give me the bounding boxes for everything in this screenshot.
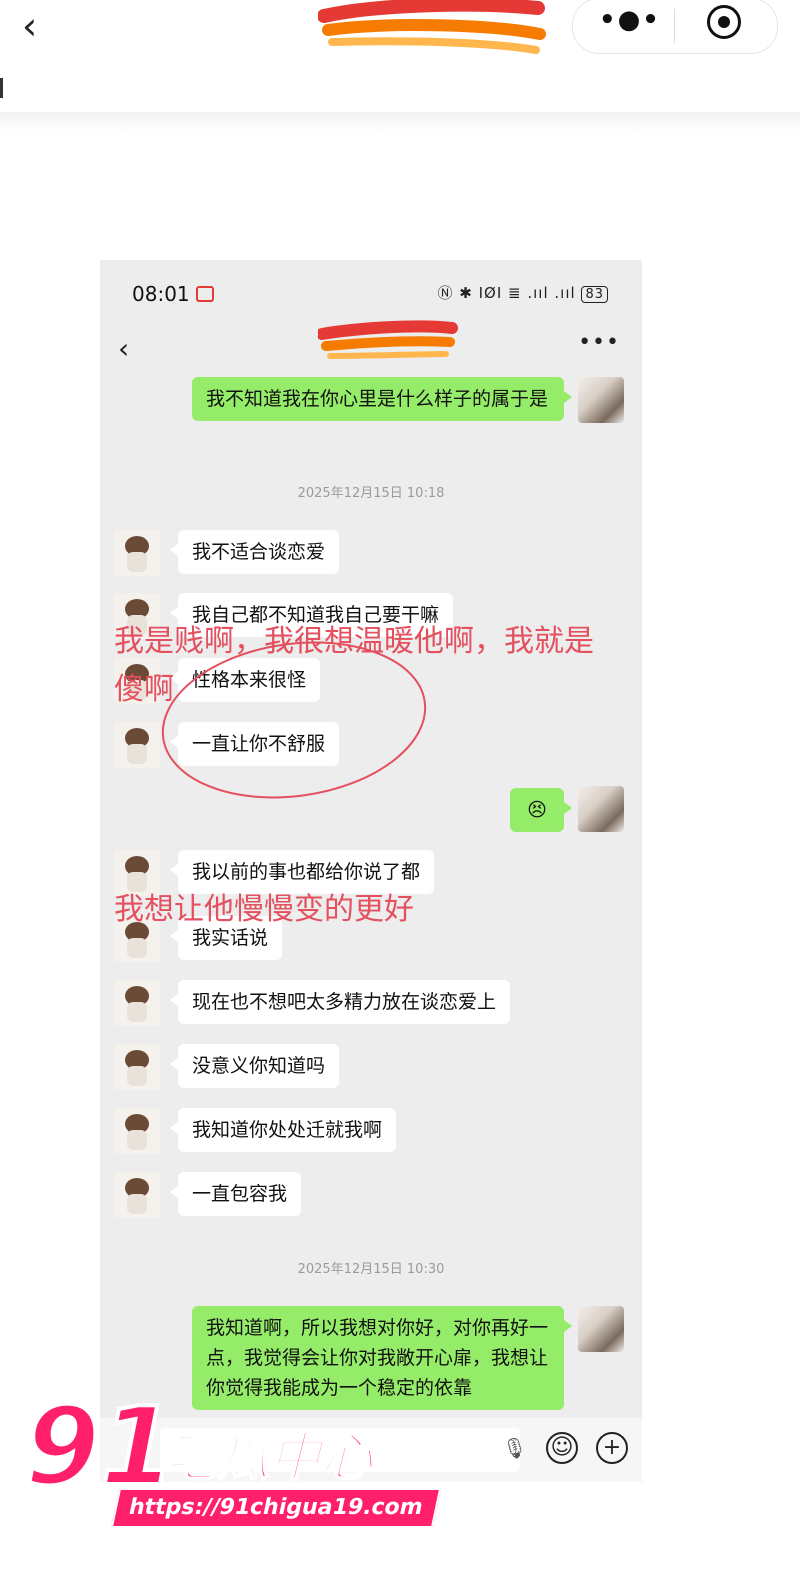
chat-back-icon[interactable]: ‹ (118, 332, 129, 365)
contact-avatar[interactable] (114, 1044, 160, 1090)
emoji-icon[interactable]: ☺ (546, 1432, 578, 1464)
chat-more-icon[interactable]: ••• (578, 330, 620, 355)
battery-icon: 83 (581, 286, 608, 303)
contact-avatar[interactable] (114, 530, 160, 576)
status-time: 08:01 (132, 282, 190, 306)
message-bubble-received[interactable]: 一直包容我 (169, 1172, 302, 1216)
message-bubble-received[interactable]: 我知道你处处迁就我啊 (169, 1108, 397, 1152)
signal-icons: Ⓝ ✱ ΙØΙ ≣ .ııl .ııl (437, 284, 576, 302)
plus-icon[interactable]: + (596, 1432, 628, 1464)
my-avatar[interactable] (578, 1306, 624, 1352)
bar-shadow (0, 112, 800, 132)
message-bubble-received[interactable]: 我不适合谈恋爱 (169, 530, 340, 574)
annotation-circle (161, 641, 427, 799)
annotation-text: 我想让他慢慢变的更好 (114, 892, 414, 927)
message-bubble-sent[interactable]: 😣 (510, 788, 572, 832)
watermark-name: 吃瓜中心 (164, 1427, 374, 1489)
site-watermark: 91 吃瓜中心 https://91chigua19.com (23, 1383, 441, 1535)
timestamp: 2025年12月15日 10:18 (297, 486, 445, 501)
mini-program-capsule: •●• (572, 0, 778, 54)
redaction-scribble (318, 0, 546, 54)
status-icons: Ⓝ ✱ ΙØΙ ≣ .ııl .ııl 83 (437, 282, 608, 303)
contact-avatar[interactable] (114, 980, 160, 1026)
more-dots-icon[interactable]: •●• (599, 5, 661, 35)
target-icon[interactable] (707, 5, 741, 39)
message-bubble-sent[interactable]: 我不知道我在你心里是什么样子的属于是 (192, 377, 572, 421)
capsule-divider (674, 9, 675, 43)
address-bar[interactable] (0, 62, 800, 113)
top-bar: ‹ •●• (0, 0, 800, 62)
chat-screenshot: 08:01 Ⓝ ✱ ΙØΙ ≣ .ııl .ııl 83 ‹ ••• 我不知道我… (100, 260, 642, 1482)
record-icon (196, 286, 214, 302)
timestamp: 2025年12月15日 10:30 (297, 1262, 445, 1277)
contact-name-scribble (318, 320, 458, 359)
contact-avatar[interactable] (114, 1172, 160, 1218)
contact-avatar[interactable] (114, 1108, 160, 1154)
my-avatar[interactable] (578, 377, 624, 423)
message-bubble-received[interactable]: 现在也不想吧太多精力放在谈恋爱上 (169, 980, 511, 1024)
microphone-icon[interactable]: 🎙 (502, 1436, 527, 1460)
watermark-url: https://91chigua19.com (110, 1488, 441, 1528)
my-avatar[interactable] (578, 786, 624, 832)
message-bubble-received[interactable]: 没意义你知道吗 (169, 1044, 340, 1088)
back-icon[interactable]: ‹ (22, 4, 37, 48)
text-cursor (0, 78, 3, 98)
contact-avatar[interactable] (114, 722, 160, 768)
